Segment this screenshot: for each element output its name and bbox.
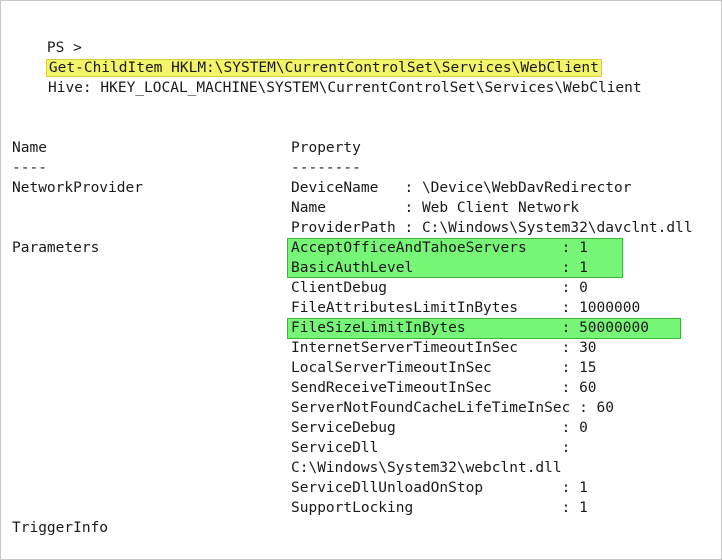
entry-name-parameters: Parameters xyxy=(12,240,100,256)
property-line: ClientDebug : 0 xyxy=(291,280,588,296)
console-prompt: PS > xyxy=(46,40,82,56)
property-line: ServiceDll : xyxy=(291,440,571,456)
console-window: PS > Get-ChildItem HKLM:\SYSTEM\CurrentC… xyxy=(0,0,722,560)
property-line: ServiceDebug : 0 xyxy=(291,420,588,436)
property-line: C:\Windows\System32\webclnt.dll xyxy=(291,460,562,476)
property-line: SupportLocking : 1 xyxy=(291,500,588,516)
property-line: FileAttributesLimitInBytes : 1000000 xyxy=(291,300,641,316)
header-property: Property xyxy=(291,140,361,156)
header-name: Name xyxy=(12,140,47,156)
hive-line: Hive: HKEY_LOCAL_MACHINE\SYSTEM\CurrentC… xyxy=(48,80,642,96)
property-line: SendReceiveTimeoutInSec : 60 xyxy=(291,380,597,396)
property-line: DeviceName : \Device\WebDavRedirector xyxy=(291,180,632,196)
property-line: BasicAuthLevel : 1 xyxy=(291,260,588,276)
entry-name-triggerinfo: TriggerInfo xyxy=(12,520,109,536)
header-property-rule: -------- xyxy=(291,160,361,176)
property-line: ProviderPath : C:\Windows\System32\davcl… xyxy=(291,220,693,236)
property-line: Name : Web Client Network xyxy=(291,200,580,216)
header-name-rule: ---- xyxy=(12,160,47,176)
property-line: ServerNotFoundCacheLifeTimeInSec : 60 xyxy=(291,400,615,416)
entry-name-networkprovider: NetworkProvider xyxy=(12,180,143,196)
property-line: AcceptOfficeAndTahoeServers : 1 xyxy=(291,240,588,256)
property-line: FileSizeLimitInBytes : 50000000 xyxy=(291,320,649,336)
property-line: ServiceDllUnloadOnStop : 1 xyxy=(291,480,588,496)
property-line: InternetServerTimeoutInSec : 30 xyxy=(291,340,597,356)
property-line: LocalServerTimeoutInSec : 15 xyxy=(291,360,597,376)
console-command[interactable]: Get-ChildItem HKLM:\SYSTEM\CurrentContro… xyxy=(45,59,602,77)
